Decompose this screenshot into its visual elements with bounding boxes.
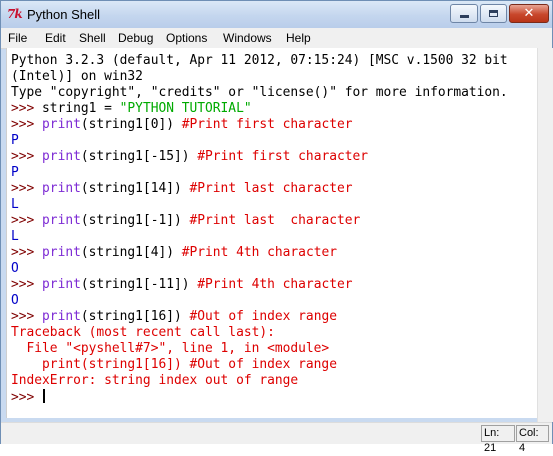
menu-shell[interactable]: Shell (79, 31, 106, 45)
prompt: >>> (11, 181, 43, 196)
keyword-print: print (42, 309, 81, 324)
comment-text: #Print last character (189, 181, 353, 196)
string-literal: "PYTHON TUTORIAL" (119, 101, 252, 116)
input-line: >>> print(string1[14]) #Print last chara… (11, 181, 353, 197)
prompt: >>> (11, 245, 43, 260)
code-text: (string1[4]) (80, 245, 182, 260)
maximize-button[interactable] (480, 4, 507, 23)
minimize-icon (459, 15, 469, 18)
status-bar: Ln: 21 Col: 4 (1, 422, 552, 454)
code-text: (string1[-11]) (80, 277, 198, 292)
input-line: >>> print(string1[-15]) #Print first cha… (11, 149, 368, 165)
comment-text: #Print 4th character (197, 277, 353, 292)
menu-debug[interactable]: Debug (118, 31, 153, 45)
input-line: >>> string1 = "PYTHON TUTORIAL" (11, 101, 252, 117)
maximize-icon (489, 10, 498, 17)
column-number-indicator: Col: 4 (516, 425, 549, 454)
close-icon: ✕ (523, 6, 535, 21)
menu-bar: File Edit Shell Debug Options Windows He… (1, 28, 552, 49)
input-line: >>> print(string1[-1]) #Print last chara… (11, 213, 360, 229)
prompt: >>> (11, 390, 43, 405)
input-line: >>> print(string1[0]) #Print first chara… (11, 117, 353, 133)
output-line: L (11, 229, 19, 244)
menu-help[interactable]: Help (286, 31, 311, 45)
close-button[interactable]: ✕ (509, 4, 549, 23)
menu-windows[interactable]: Windows (223, 31, 272, 45)
python-feather-icon: 7k (7, 7, 23, 21)
prompt: >>> (11, 277, 43, 292)
output-line: P (11, 133, 19, 148)
code-text: (string1[16]) (80, 309, 190, 324)
code-text: (string1[0]) (80, 117, 182, 132)
prompt: >>> (11, 117, 43, 132)
output-line: O (11, 293, 19, 308)
comment-text: #Print last character (189, 213, 361, 228)
prompt: >>> (11, 149, 43, 164)
comment-text: #Out of index range (189, 309, 337, 324)
traceback-line: File "<pyshell#7>", line 1, in <module> (11, 341, 330, 356)
code-text: string1 = (42, 101, 120, 116)
input-line: >>> print(string1[4]) #Print 4th charact… (11, 245, 337, 261)
banner-line: Type "copyright", "credits" or "license(… (11, 85, 508, 100)
line-number-indicator: Ln: 21 (481, 425, 515, 454)
keyword-print: print (42, 277, 81, 292)
window-title: Python Shell (27, 7, 100, 22)
title-bar[interactable]: 7k Python Shell ✕ (1, 1, 552, 28)
prompt: >>> (11, 101, 43, 116)
output-line: P (11, 165, 19, 180)
prompt: >>> (11, 309, 43, 324)
input-line: >>> print(string1[16]) #Out of index ran… (11, 309, 337, 325)
comment-text: #Print first character (197, 149, 369, 164)
menu-options[interactable]: Options (166, 31, 207, 45)
traceback-line: Traceback (most recent call last): (11, 325, 275, 340)
banner-line: Python 3.2.3 (default, Apr 11 2012, 07:1… (11, 53, 508, 68)
code-text: (string1[-15]) (80, 149, 198, 164)
vertical-scrollbar[interactable] (537, 48, 553, 422)
comment-text: #Print first character (181, 117, 353, 132)
code-text: (string1[14]) (80, 181, 190, 196)
shell-text-area[interactable]: Python 3.2.3 (default, Apr 11 2012, 07:1… (6, 48, 539, 418)
error-message: IndexError: string index out of range (11, 373, 299, 388)
keyword-print: print (42, 245, 81, 260)
active-prompt-line[interactable]: >>> (11, 389, 46, 405)
comment-text: #Print 4th character (181, 245, 337, 260)
output-line: O (11, 261, 19, 276)
banner-line: (Intel)] on win32 (11, 69, 143, 84)
input-line: >>> print(string1[-11]) #Print 4th chara… (11, 277, 353, 293)
menu-file[interactable]: File (8, 31, 27, 45)
code-text: (string1[-1]) (80, 213, 190, 228)
minimize-button[interactable] (450, 4, 478, 23)
keyword-print: print (42, 117, 81, 132)
idle-shell-window: 7k Python Shell ✕ File Edit Shell Debug … (0, 0, 553, 454)
prompt: >>> (11, 213, 43, 228)
keyword-print: print (42, 149, 81, 164)
traceback-line: print(string1[16]) #Out of index range (11, 357, 337, 372)
keyword-print: print (42, 181, 81, 196)
text-cursor (43, 389, 46, 403)
menu-edit[interactable]: Edit (45, 31, 66, 45)
keyword-print: print (42, 213, 81, 228)
output-line: L (11, 197, 19, 212)
